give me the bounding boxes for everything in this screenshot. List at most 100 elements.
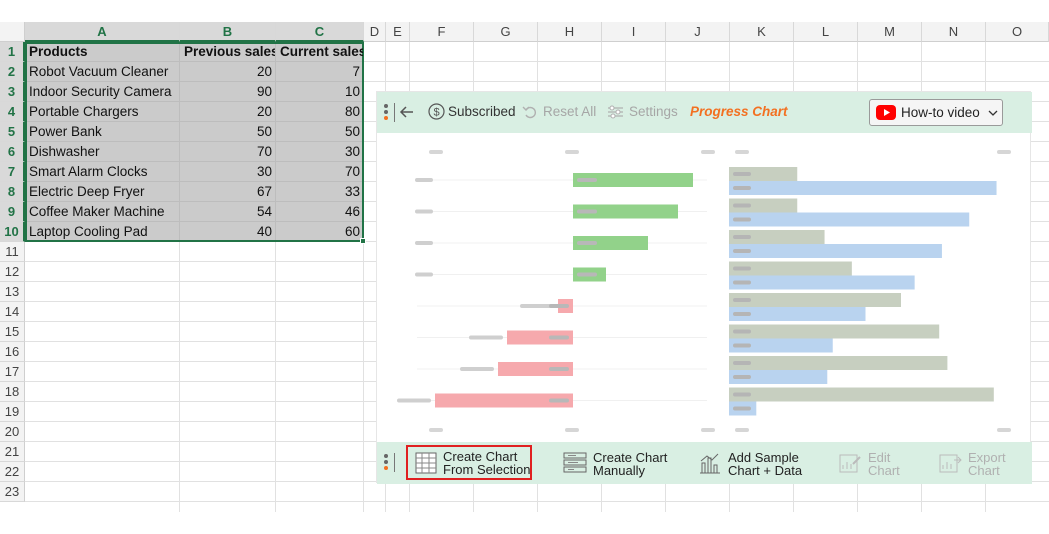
row-header-17[interactable]: 17 bbox=[0, 362, 25, 382]
row-header-1[interactable]: 1 bbox=[0, 42, 25, 62]
value-cell[interactable]: 80 bbox=[277, 102, 363, 122]
value-cell[interactable]: 90 bbox=[181, 82, 275, 102]
row-header-12[interactable]: 12 bbox=[0, 262, 25, 282]
spreadsheet: ABCDEFGHIJKLMNO 1 2 3 4 5 6 7 8 9 10 11 12 13 14 15 16 1… bbox=[0, 0, 1049, 534]
product-cell[interactable]: Dishwasher bbox=[26, 142, 179, 162]
value-cell[interactable]: 7 bbox=[277, 62, 363, 82]
product-cell[interactable]: Robot Vacuum Cleaner bbox=[26, 62, 179, 82]
column-header-k[interactable]: K bbox=[730, 22, 794, 42]
edit-chart-button[interactable]: Edit Chart bbox=[838, 448, 908, 480]
value-cell[interactable]: 50 bbox=[277, 122, 363, 142]
toolbar-divider bbox=[394, 103, 395, 122]
previous-bar bbox=[729, 387, 994, 402]
row-header-8[interactable]: 8 bbox=[0, 182, 25, 202]
value-cell[interactable]: 50 bbox=[181, 122, 275, 142]
drag-handle-icon[interactable] bbox=[384, 454, 388, 472]
drag-handle-icon[interactable] bbox=[384, 104, 388, 122]
column-header-b[interactable]: B bbox=[180, 22, 276, 42]
value-cell[interactable]: 30 bbox=[181, 162, 275, 182]
value-label-placeholder bbox=[733, 312, 751, 316]
value-label-placeholder bbox=[733, 375, 751, 379]
product-cell[interactable]: Smart Alarm Clocks bbox=[26, 162, 179, 182]
row-header-20[interactable]: 20 bbox=[0, 422, 25, 442]
row-header-4[interactable]: 4 bbox=[0, 102, 25, 122]
addin-toolbar: $ Subscribed Reset All Settings Progress… bbox=[377, 92, 1032, 133]
value-cell[interactable]: 10 bbox=[277, 82, 363, 102]
row-header-18[interactable]: 18 bbox=[0, 382, 25, 402]
row-header-14[interactable]: 14 bbox=[0, 302, 25, 322]
value-cell[interactable]: 46 bbox=[277, 202, 363, 222]
table-grid-icon bbox=[415, 452, 437, 474]
row-header-13[interactable]: 13 bbox=[0, 282, 25, 302]
product-cell[interactable]: Laptop Cooling Pad bbox=[26, 222, 179, 242]
axis-tick-placeholder bbox=[565, 428, 579, 432]
column-header-j[interactable]: J bbox=[666, 22, 730, 42]
value-cell[interactable]: 20 bbox=[181, 62, 275, 82]
undo-icon bbox=[522, 106, 536, 119]
column-header-o[interactable]: O bbox=[986, 22, 1049, 42]
value-cell[interactable]: 40 bbox=[181, 222, 275, 242]
column-header-c[interactable]: C bbox=[276, 22, 364, 42]
settings-sliders-icon bbox=[608, 105, 623, 119]
axis-tick-placeholder bbox=[735, 428, 749, 432]
row-header-7[interactable]: 7 bbox=[0, 162, 25, 182]
column-header-h[interactable]: H bbox=[538, 22, 602, 42]
value-cell[interactable]: 54 bbox=[181, 202, 275, 222]
axis-tick-placeholder bbox=[701, 150, 715, 154]
value-cell[interactable]: 70 bbox=[181, 142, 275, 162]
value-cell[interactable]: 67 bbox=[181, 182, 275, 202]
value-cell[interactable]: 30 bbox=[277, 142, 363, 162]
row-header-3[interactable]: 3 bbox=[0, 82, 25, 102]
arrow-left-icon[interactable] bbox=[399, 104, 415, 120]
column-header-d[interactable]: D bbox=[364, 22, 386, 42]
create-chart-manually-button[interactable]: Create Chart Manually bbox=[563, 448, 673, 480]
product-cell[interactable]: Coffee Maker Machine bbox=[26, 202, 179, 222]
row-header-15[interactable]: 15 bbox=[0, 322, 25, 342]
product-cell[interactable]: Power Bank bbox=[26, 122, 179, 142]
value-label-placeholder bbox=[733, 406, 751, 411]
howto-video-dropdown[interactable]: How-to video bbox=[869, 99, 1003, 126]
export-chart-button[interactable]: Export Chart bbox=[938, 448, 1018, 480]
value-cell[interactable]: 33 bbox=[277, 182, 363, 202]
subscribed-label[interactable]: Subscribed bbox=[448, 104, 516, 119]
product-cell[interactable]: Indoor Security Camera bbox=[26, 82, 179, 102]
row-header-11[interactable]: 11 bbox=[0, 242, 25, 262]
row-header-10[interactable]: 10 bbox=[0, 222, 25, 242]
svg-text:$: $ bbox=[433, 107, 439, 119]
column-header-e[interactable]: E bbox=[386, 22, 410, 42]
add-sample-chart-button[interactable]: Add Sample Chart + Data bbox=[698, 448, 808, 480]
value-label-placeholder bbox=[733, 172, 751, 176]
row-header-23[interactable]: 23 bbox=[0, 482, 25, 502]
column-header-n[interactable]: N bbox=[922, 22, 986, 42]
value-cell[interactable]: 70 bbox=[277, 162, 363, 182]
create-chart-from-selection-button[interactable]: Create Chart From Selection bbox=[406, 445, 532, 480]
product-cell[interactable]: Electric Deep Fryer bbox=[26, 182, 179, 202]
settings-button[interactable]: Settings bbox=[629, 104, 678, 119]
value-label-placeholder bbox=[733, 343, 751, 348]
column-header-i[interactable]: I bbox=[602, 22, 666, 42]
axis-tick-placeholder bbox=[429, 150, 443, 154]
column-header-f[interactable]: F bbox=[410, 22, 474, 42]
value-label-placeholder bbox=[733, 186, 751, 190]
header-cell[interactable]: Current sales bbox=[277, 42, 363, 62]
row-header-16[interactable]: 16 bbox=[0, 342, 25, 362]
row-header-9[interactable]: 9 bbox=[0, 202, 25, 222]
column-header-g[interactable]: G bbox=[474, 22, 538, 42]
reset-all-button[interactable]: Reset All bbox=[543, 104, 596, 119]
fill-handle[interactable] bbox=[360, 238, 366, 244]
row-header-2[interactable]: 2 bbox=[0, 62, 25, 82]
row-header-22[interactable]: 22 bbox=[0, 462, 25, 482]
value-cell[interactable]: 60 bbox=[277, 222, 363, 242]
header-cell[interactable]: Previous sales bbox=[181, 42, 275, 62]
column-header-a[interactable]: A bbox=[25, 22, 180, 42]
value-cell[interactable]: 20 bbox=[181, 102, 275, 122]
select-all-corner[interactable] bbox=[0, 22, 25, 42]
column-header-m[interactable]: M bbox=[858, 22, 922, 42]
row-header-5[interactable]: 5 bbox=[0, 122, 25, 142]
column-header-l[interactable]: L bbox=[794, 22, 858, 42]
row-header-21[interactable]: 21 bbox=[0, 442, 25, 462]
header-cell[interactable]: Products bbox=[26, 42, 179, 62]
row-header-19[interactable]: 19 bbox=[0, 402, 25, 422]
product-cell[interactable]: Portable Chargers bbox=[26, 102, 179, 122]
row-header-6[interactable]: 6 bbox=[0, 142, 25, 162]
